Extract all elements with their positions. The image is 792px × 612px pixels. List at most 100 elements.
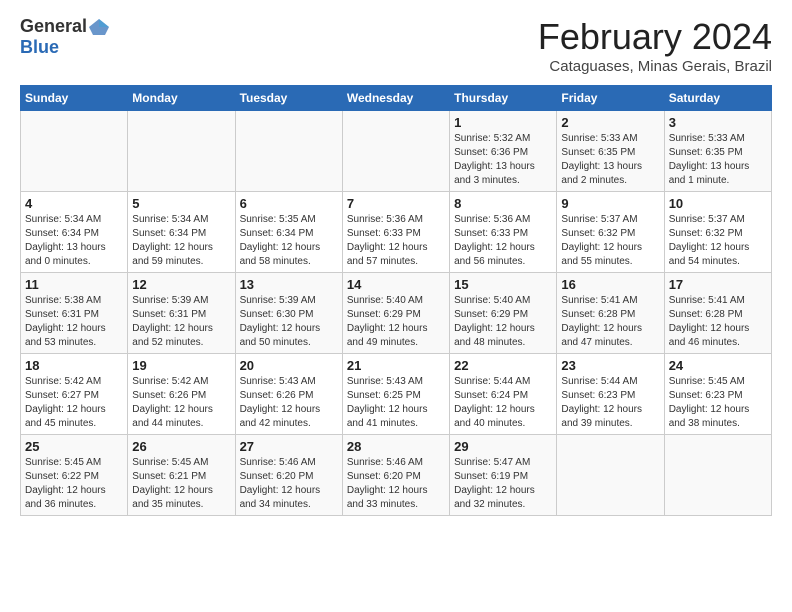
day-number: 18 <box>25 358 123 373</box>
day-number: 5 <box>132 196 230 211</box>
calendar-cell: 8 Sunrise: 5:36 AM Sunset: 6:33 PM Daylig… <box>450 192 557 273</box>
calendar-cell: 25 Sunrise: 5:45 AM Sunset: 6:22 PM Dayli… <box>21 435 128 516</box>
day-number: 14 <box>347 277 445 292</box>
day-info: Sunrise: 5:46 AM Sunset: 6:20 PM Dayligh… <box>240 456 338 512</box>
week-row-1: 1 Sunrise: 5:32 AM Sunset: 6:36 PM Daylig… <box>21 111 772 192</box>
header: General Blue February 2024 Cataguases, M… <box>20 16 772 75</box>
calendar-cell: 7Sunrise: 5:36 AM Sunset: 6:33 PM Daylig… <box>342 192 449 273</box>
day-info: Sunrise: 5:36 AM Sunset: 6:33 PM Dayligh… <box>347 213 445 269</box>
logo-blue-text: Blue <box>20 37 59 57</box>
week-row-5: 25 Sunrise: 5:45 AM Sunset: 6:22 PM Dayli… <box>21 435 772 516</box>
logo-icon <box>87 17 111 37</box>
calendar-cell: 2 Sunrise: 5:33 AM Sunset: 6:35 PM Daylig… <box>557 111 664 192</box>
calendar-cell: 14 Sunrise: 5:40 AM Sunset: 6:29 PM Dayli… <box>342 273 449 354</box>
subtitle: Cataguases, Minas Gerais, Brazil <box>538 58 772 75</box>
weekday-header-thursday: Thursday <box>450 86 557 111</box>
day-number: 11 <box>25 277 123 292</box>
calendar-cell: 6 Sunrise: 5:35 AM Sunset: 6:34 PM Daylig… <box>235 192 342 273</box>
calendar-cell: 1 Sunrise: 5:32 AM Sunset: 6:36 PM Daylig… <box>450 111 557 192</box>
calendar-cell: 22 Sunrise: 5:44 AM Sunset: 6:24 PM Dayli… <box>450 354 557 435</box>
calendar-cell <box>128 111 235 192</box>
day-number: 21 <box>347 358 445 373</box>
day-info: Sunrise: 5:44 AM Sunset: 6:24 PM Dayligh… <box>454 375 552 431</box>
day-number: 22 <box>454 358 552 373</box>
day-info: Sunrise: 5:40 AM Sunset: 6:29 PM Dayligh… <box>454 294 552 350</box>
day-info: Sunrise: 5:43 AM Sunset: 6:25 PM Dayligh… <box>347 375 445 431</box>
day-number: 25 <box>25 439 123 454</box>
day-number: 8 <box>454 196 552 211</box>
calendar-cell <box>342 111 449 192</box>
day-number: 13 <box>240 277 338 292</box>
calendar-cell: 23 Sunrise: 5:44 AM Sunset: 6:23 PM Dayli… <box>557 354 664 435</box>
day-number: 4 <box>25 196 123 211</box>
day-info: Sunrise: 5:35 AM Sunset: 6:34 PM Dayligh… <box>240 213 338 269</box>
calendar-cell: 27Sunrise: 5:46 AM Sunset: 6:20 PM Dayli… <box>235 435 342 516</box>
logo: General Blue <box>20 16 111 58</box>
calendar-cell: 17 Sunrise: 5:41 AM Sunset: 6:28 PM Dayli… <box>664 273 771 354</box>
day-number: 1 <box>454 115 552 130</box>
week-row-4: 18 Sunrise: 5:42 AM Sunset: 6:27 PM Dayli… <box>21 354 772 435</box>
day-number: 2 <box>561 115 659 130</box>
calendar-cell: 11 Sunrise: 5:38 AM Sunset: 6:31 PM Dayli… <box>21 273 128 354</box>
day-info: Sunrise: 5:38 AM Sunset: 6:31 PM Dayligh… <box>25 294 123 350</box>
weekday-header-sunday: Sunday <box>21 86 128 111</box>
day-number: 16 <box>561 277 659 292</box>
day-info: Sunrise: 5:45 AM Sunset: 6:22 PM Dayligh… <box>25 456 123 512</box>
title-block: February 2024 Cataguases, Minas Gerais, … <box>538 16 772 75</box>
day-number: 19 <box>132 358 230 373</box>
day-info: Sunrise: 5:41 AM Sunset: 6:28 PM Dayligh… <box>669 294 767 350</box>
day-info: Sunrise: 5:43 AM Sunset: 6:26 PM Dayligh… <box>240 375 338 431</box>
day-info: Sunrise: 5:32 AM Sunset: 6:36 PM Dayligh… <box>454 132 552 188</box>
calendar-cell <box>557 435 664 516</box>
calendar-cell: 12 Sunrise: 5:39 AM Sunset: 6:31 PM Dayli… <box>128 273 235 354</box>
day-info: Sunrise: 5:40 AM Sunset: 6:29 PM Dayligh… <box>347 294 445 350</box>
week-row-3: 11 Sunrise: 5:38 AM Sunset: 6:31 PM Dayli… <box>21 273 772 354</box>
day-info: Sunrise: 5:47 AM Sunset: 6:19 PM Dayligh… <box>454 456 552 512</box>
calendar-cell: 26Sunrise: 5:45 AM Sunset: 6:21 PM Dayli… <box>128 435 235 516</box>
calendar-cell: 16 Sunrise: 5:41 AM Sunset: 6:28 PM Dayli… <box>557 273 664 354</box>
weekday-header-friday: Friday <box>557 86 664 111</box>
day-number: 15 <box>454 277 552 292</box>
day-number: 20 <box>240 358 338 373</box>
day-number: 12 <box>132 277 230 292</box>
day-number: 29 <box>454 439 552 454</box>
day-number: 17 <box>669 277 767 292</box>
day-number: 6 <box>240 196 338 211</box>
weekday-header-row: SundayMondayTuesdayWednesdayThursdayFrid… <box>21 86 772 111</box>
calendar-cell: 21 Sunrise: 5:43 AM Sunset: 6:25 PM Dayli… <box>342 354 449 435</box>
day-info: Sunrise: 5:45 AM Sunset: 6:23 PM Dayligh… <box>669 375 767 431</box>
calendar-cell <box>21 111 128 192</box>
week-row-2: 4 Sunrise: 5:34 AM Sunset: 6:34 PM Daylig… <box>21 192 772 273</box>
calendar-cell: 15 Sunrise: 5:40 AM Sunset: 6:29 PM Dayli… <box>450 273 557 354</box>
calendar-table: SundayMondayTuesdayWednesdayThursdayFrid… <box>20 85 772 516</box>
day-info: Sunrise: 5:33 AM Sunset: 6:35 PM Dayligh… <box>561 132 659 188</box>
calendar-cell: 5Sunrise: 5:34 AM Sunset: 6:34 PM Daylig… <box>128 192 235 273</box>
logo-general-text: General <box>20 16 87 37</box>
day-number: 23 <box>561 358 659 373</box>
calendar-cell: 29 Sunrise: 5:47 AM Sunset: 6:19 PM Dayli… <box>450 435 557 516</box>
day-number: 3 <box>669 115 767 130</box>
day-info: Sunrise: 5:42 AM Sunset: 6:26 PM Dayligh… <box>132 375 230 431</box>
day-info: Sunrise: 5:39 AM Sunset: 6:30 PM Dayligh… <box>240 294 338 350</box>
day-number: 24 <box>669 358 767 373</box>
calendar-cell: 3Sunrise: 5:33 AM Sunset: 6:35 PM Daylig… <box>664 111 771 192</box>
calendar-cell: 10 Sunrise: 5:37 AM Sunset: 6:32 PM Dayli… <box>664 192 771 273</box>
weekday-header-monday: Monday <box>128 86 235 111</box>
day-info: Sunrise: 5:42 AM Sunset: 6:27 PM Dayligh… <box>25 375 123 431</box>
day-info: Sunrise: 5:36 AM Sunset: 6:33 PM Dayligh… <box>454 213 552 269</box>
calendar-cell: 19 Sunrise: 5:42 AM Sunset: 6:26 PM Dayli… <box>128 354 235 435</box>
day-number: 26 <box>132 439 230 454</box>
calendar-cell: 28Sunrise: 5:46 AM Sunset: 6:20 PM Dayli… <box>342 435 449 516</box>
day-info: Sunrise: 5:37 AM Sunset: 6:32 PM Dayligh… <box>561 213 659 269</box>
weekday-header-saturday: Saturday <box>664 86 771 111</box>
day-number: 10 <box>669 196 767 211</box>
day-info: Sunrise: 5:39 AM Sunset: 6:31 PM Dayligh… <box>132 294 230 350</box>
calendar-cell: 18 Sunrise: 5:42 AM Sunset: 6:27 PM Dayli… <box>21 354 128 435</box>
day-number: 28 <box>347 439 445 454</box>
day-info: Sunrise: 5:41 AM Sunset: 6:28 PM Dayligh… <box>561 294 659 350</box>
page: General Blue February 2024 Cataguases, M… <box>0 0 792 526</box>
day-info: Sunrise: 5:37 AM Sunset: 6:32 PM Dayligh… <box>669 213 767 269</box>
calendar-cell: 9Sunrise: 5:37 AM Sunset: 6:32 PM Daylig… <box>557 192 664 273</box>
day-info: Sunrise: 5:34 AM Sunset: 6:34 PM Dayligh… <box>25 213 123 269</box>
day-info: Sunrise: 5:44 AM Sunset: 6:23 PM Dayligh… <box>561 375 659 431</box>
